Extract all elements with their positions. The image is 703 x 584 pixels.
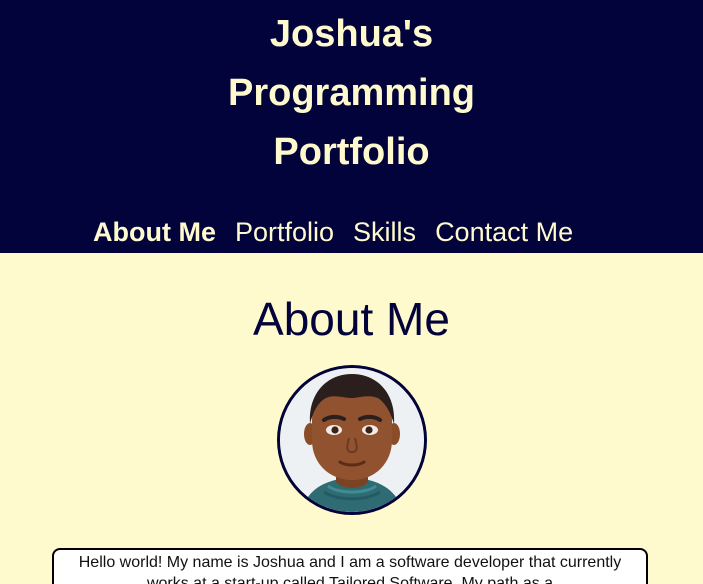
nav-link-skills[interactable]: Skills: [353, 212, 416, 252]
avatar: [277, 365, 427, 515]
site-title: Joshua's Programming Portfolio: [0, 5, 703, 182]
section-heading-about-me: About Me: [253, 293, 450, 345]
nav-link-about-me[interactable]: About Me: [93, 212, 216, 252]
site-title-line: Portfolio: [273, 131, 430, 173]
avatar-portrait-icon: [280, 368, 424, 512]
site-header: Joshua's Programming Portfolio About Me …: [0, 0, 703, 253]
bio-card: Hello world! My name is Joshua and I am …: [52, 548, 648, 584]
main-nav: About Me Portfolio Skills Contact Me: [93, 212, 592, 252]
bio-text: Hello world! My name is Joshua and I am …: [78, 554, 622, 584]
nav-link-portfolio[interactable]: Portfolio: [235, 212, 334, 252]
site-title-line: Programming: [227, 72, 476, 114]
nav-link-contact-me[interactable]: Contact Me: [435, 212, 573, 252]
site-title-line: Joshua's: [269, 13, 434, 55]
